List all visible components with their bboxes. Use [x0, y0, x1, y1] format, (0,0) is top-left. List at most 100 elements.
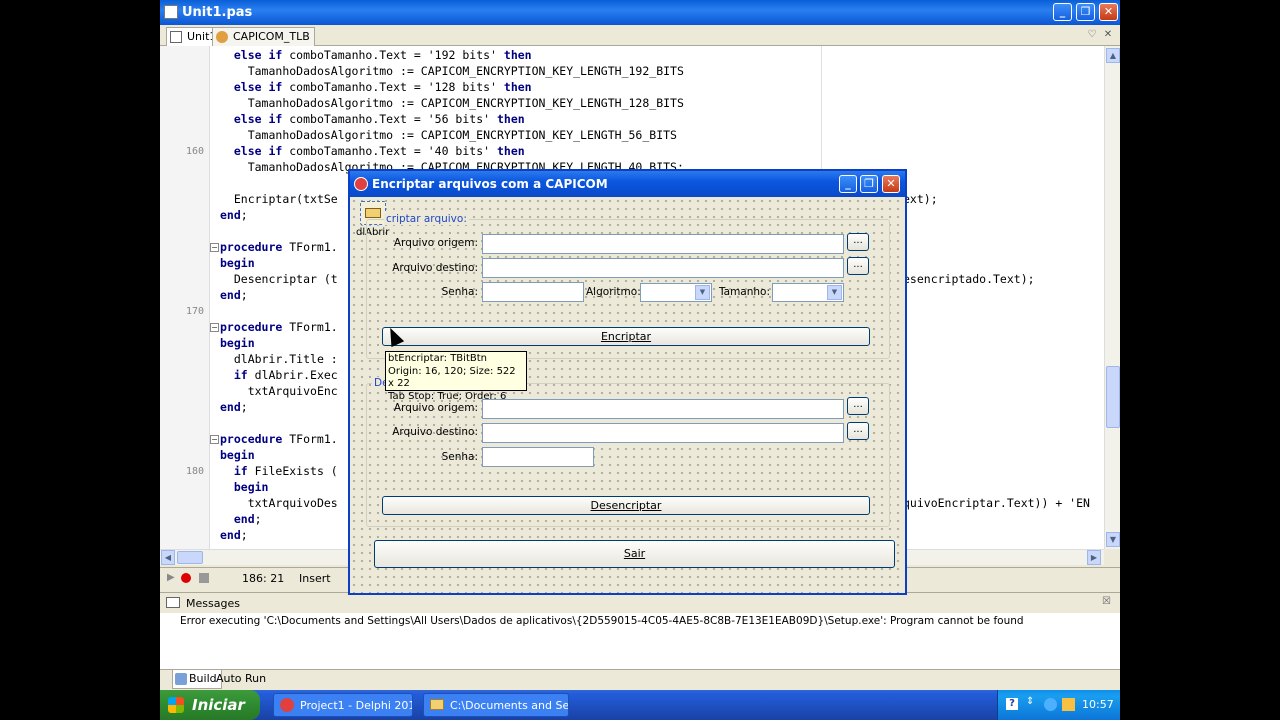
code-text: dlAbrir.Title : — [233, 352, 338, 366]
taskbar-item-delphi[interactable]: Project1 - Delphi 201... — [273, 693, 413, 717]
password-input[interactable] — [482, 282, 584, 302]
tab-auto-run[interactable]: Auto Run — [216, 672, 266, 685]
form-close-button[interactable]: ✕ — [882, 175, 900, 193]
code-line[interactable]: if FileExists ( — [220, 464, 338, 480]
code-keyword: end — [220, 400, 241, 414]
code-line[interactable]: begin — [220, 256, 255, 272]
messages-tabs: Build Auto Run — [160, 669, 1120, 690]
code-line[interactable]: dlAbrir.Title : — [220, 352, 338, 368]
maximize-button[interactable]: ❐ — [1076, 3, 1095, 21]
code-line[interactable]: else if comboTamanho.Text = '128 bits' t… — [220, 80, 532, 96]
back-icon[interactable] — [1044, 698, 1057, 711]
editor-tabs: Unit1 CAPICOM_TLB ♡ ✕ — [160, 25, 1120, 46]
destination-browse-button[interactable]: ... — [847, 257, 869, 275]
stop-icon[interactable] — [199, 573, 209, 583]
code-text: txtArquivoEnc — [247, 384, 338, 398]
form-minimize-button[interactable]: _ — [839, 175, 857, 193]
code-line[interactable]: end; — [220, 400, 248, 416]
code-keyword: end — [233, 512, 255, 526]
tab-build-label: Build — [189, 672, 217, 685]
form-maximize-button[interactable]: ❐ — [860, 175, 878, 193]
tooltip-line-1: btEncriptar: TBitBtn — [388, 353, 487, 364]
code-line[interactable]: else if comboTamanho.Text = '192 bits' t… — [220, 48, 532, 64]
decrypt-destination-input[interactable] — [482, 423, 844, 443]
code-line[interactable]: procedure TForm1. — [220, 432, 338, 448]
code-line[interactable]: begin — [220, 480, 269, 496]
code-line[interactable]: TamanhoDadosAlgoritmo := CAPICOM_ENCRYPT… — [220, 64, 684, 80]
window-title: Unit1.pas — [182, 5, 253, 20]
source-browse-button[interactable]: ... — [847, 233, 869, 251]
chevron-down-icon[interactable]: ▼ — [695, 285, 710, 300]
exit-button[interactable]: Sair — [374, 540, 895, 568]
code-line[interactable]: else if comboTamanho.Text = '56 bits' th… — [220, 112, 525, 128]
start-button[interactable]: Iniciar — [160, 690, 260, 720]
code-line[interactable]: else if comboTamanho.Text = '40 bits' th… — [220, 144, 525, 160]
scroll-down-icon[interactable]: ▼ — [1106, 532, 1120, 547]
code-line[interactable]: end; — [220, 512, 262, 528]
play-icon[interactable]: ▶ — [167, 572, 175, 583]
code-text: comboTamanho.Text = '128 bits' — [282, 80, 504, 94]
code-keyword: end — [220, 528, 241, 542]
tab-list-icon[interactable]: ♡ — [1086, 29, 1098, 41]
decrypt-source-browse-button[interactable]: ... — [847, 397, 869, 415]
decrypt-button[interactable]: Desencriptar — [382, 496, 870, 515]
hscroll-thumb[interactable] — [177, 551, 203, 564]
code-text: Encriptar(txtSe — [233, 192, 338, 206]
destination-file-input[interactable] — [482, 258, 844, 278]
code-line[interactable]: begin — [220, 448, 255, 464]
taskbar-item-delphi-label: Project1 - Delphi 201... — [300, 699, 412, 712]
code-line[interactable]: if dlAbrir.Exec — [220, 368, 338, 384]
code-text: TamanhoDadosAlgoritmo := CAPICOM_ENCRYPT… — [247, 96, 684, 110]
source-file-input[interactable] — [482, 234, 844, 254]
algorithm-select[interactable]: ▼ — [640, 283, 712, 302]
unit-file-icon — [164, 5, 178, 19]
messages-close-icon[interactable]: ☒ — [1102, 596, 1111, 607]
code-text: TamanhoDadosAlgoritmo := CAPICOM_ENCRYPT… — [247, 128, 677, 142]
close-button[interactable]: ✕ — [1099, 3, 1118, 21]
encrypt-button[interactable]: Encriptar — [382, 327, 870, 346]
code-line[interactable]: Encriptar(txtSe — [220, 192, 338, 208]
messages-title: Messages — [186, 597, 240, 610]
clock[interactable]: 10:57 — [1082, 698, 1114, 711]
scroll-thumb[interactable] — [1106, 366, 1120, 428]
code-line[interactable]: TamanhoDadosAlgoritmo := CAPICOM_ENCRYPT… — [220, 128, 677, 144]
decrypt-password-input[interactable] — [482, 447, 594, 467]
minimize-button[interactable]: _ — [1053, 3, 1072, 21]
chevron-down-icon[interactable]: ▼ — [827, 285, 842, 300]
fold-toggle-icon[interactable]: − — [210, 243, 219, 252]
size-select[interactable]: ▼ — [772, 283, 844, 302]
code-line[interactable]: TamanhoDadosAlgoritmo := CAPICOM_ENCRYPT… — [220, 96, 684, 112]
decrypt-destination-label: Arquivo destino: — [392, 426, 478, 438]
scroll-up-icon[interactable]: ▲ — [1106, 48, 1120, 63]
scroll-right-icon[interactable]: ▶ — [1087, 550, 1101, 565]
editor-vertical-scrollbar[interactable]: ▲ ▼ — [1104, 46, 1120, 549]
code-line[interactable]: procedure TForm1. — [220, 320, 338, 336]
code-text: ; — [254, 512, 262, 526]
code-text: TForm1. — [282, 432, 338, 446]
code-text: ; — [240, 400, 248, 414]
taskbar-item-explorer[interactable]: C:\Documents and Se... — [423, 693, 569, 717]
encrypt-group-label: criptar arquivo: — [384, 213, 469, 225]
code-line[interactable]: txtArquivoDes — [220, 496, 338, 512]
record-icon[interactable] — [181, 573, 191, 583]
code-line[interactable]: begin — [220, 336, 255, 352]
scroll-left-icon[interactable]: ◀ — [161, 550, 175, 565]
tab-build[interactable]: Build — [172, 670, 222, 689]
code-line[interactable]: end; — [220, 288, 248, 304]
code-line[interactable]: procedure TForm1. — [220, 240, 338, 256]
arrows-icon[interactable]: ⇕ — [1026, 696, 1034, 707]
code-text: TForm1. — [282, 320, 338, 334]
help-icon[interactable]: ? — [1006, 698, 1018, 710]
network-icon[interactable] — [1062, 698, 1075, 711]
fold-toggle-icon[interactable]: − — [210, 323, 219, 332]
code-line[interactable]: end; — [220, 528, 248, 544]
error-message[interactable]: Error executing 'C:\Documents and Settin… — [180, 615, 1024, 627]
decrypt-destination-browse-button[interactable]: ... — [847, 422, 869, 440]
tab-close-icon[interactable]: ✕ — [1102, 29, 1114, 41]
code-line[interactable]: Desencriptar (t — [220, 272, 338, 288]
code-line[interactable]: txtArquivoEnc — [220, 384, 338, 400]
code-line[interactable]: end; — [220, 208, 248, 224]
tab-capicom-tlb[interactable]: CAPICOM_TLB — [212, 27, 315, 46]
decrypt-source-input[interactable] — [482, 399, 844, 419]
fold-toggle-icon[interactable]: − — [210, 435, 219, 444]
